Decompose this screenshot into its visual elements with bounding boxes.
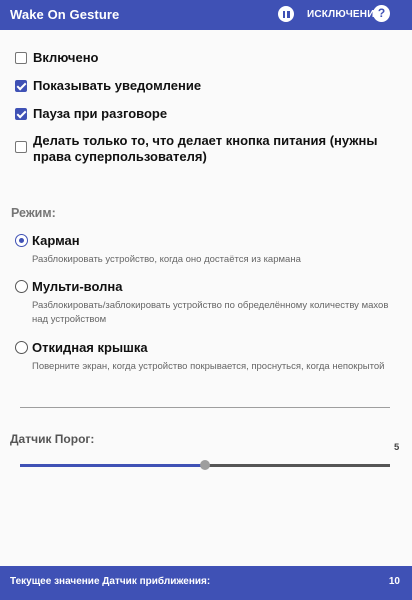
sensor-threshold-label: Датчик Порог: — [10, 432, 95, 446]
multi-wave-title: Мульти-волна — [32, 279, 123, 294]
slider-thumb[interactable] — [200, 460, 210, 470]
pocket-title: Карман — [32, 233, 80, 248]
slider-fill — [20, 464, 205, 467]
divider — [20, 407, 390, 408]
pause-during-call-label: Пауза при разговоре — [33, 106, 168, 121]
sensor-threshold-slider[interactable] — [20, 459, 390, 471]
pause-during-call-option[interactable]: Пауза при разговоре — [15, 106, 167, 122]
flip-cover-title: Откидная крышка — [32, 340, 148, 355]
flip-cover-radio[interactable] — [15, 341, 28, 354]
mode-section-label: Режим: — [11, 206, 56, 220]
enabled-checkbox[interactable] — [15, 52, 27, 64]
power-button-only-label: Делать только то, что делает кнопка пита… — [33, 133, 378, 164]
multi-wave-description: Разблокировать/заблокировать устройство … — [32, 300, 389, 325]
multi-wave-radio[interactable] — [15, 280, 28, 293]
sensor-threshold-value: 5 — [394, 442, 400, 453]
pocket-description: Разблокировать устройство, когда оно дос… — [32, 254, 301, 265]
show-notification-option[interactable]: Показывать уведомление — [15, 78, 201, 94]
proximity-value: 10 — [388, 576, 400, 587]
status-footer: Текущее значение Датчик приближения: 10 — [0, 566, 412, 600]
pause-icon[interactable] — [278, 6, 294, 22]
enabled-label: Включено — [33, 50, 99, 65]
show-notification-checkbox[interactable] — [15, 80, 27, 92]
pocket-radio[interactable] — [15, 234, 28, 247]
flip-cover-description: Поверните экран, когда устройство покрыв… — [32, 361, 385, 372]
show-notification-label: Показывать уведомление — [33, 78, 202, 93]
power-button-only-checkbox[interactable] — [15, 141, 27, 153]
app-title: Wake On Gesture — [10, 7, 120, 22]
proximity-value-label: Текущее значение Датчик приближения: — [10, 576, 211, 587]
app-bar: Wake On Gesture ИСКЛЮЧЕНИЯ ? — [0, 0, 412, 30]
pause-during-call-checkbox[interactable] — [15, 108, 27, 120]
help-icon[interactable]: ? — [373, 5, 390, 22]
exceptions-button[interactable]: ИСКЛЮЧЕНИЯ — [307, 9, 382, 20]
power-button-only-option[interactable]: Делать только то, что делает кнопка пита… — [15, 133, 395, 165]
enabled-option[interactable]: Включено — [15, 50, 99, 66]
